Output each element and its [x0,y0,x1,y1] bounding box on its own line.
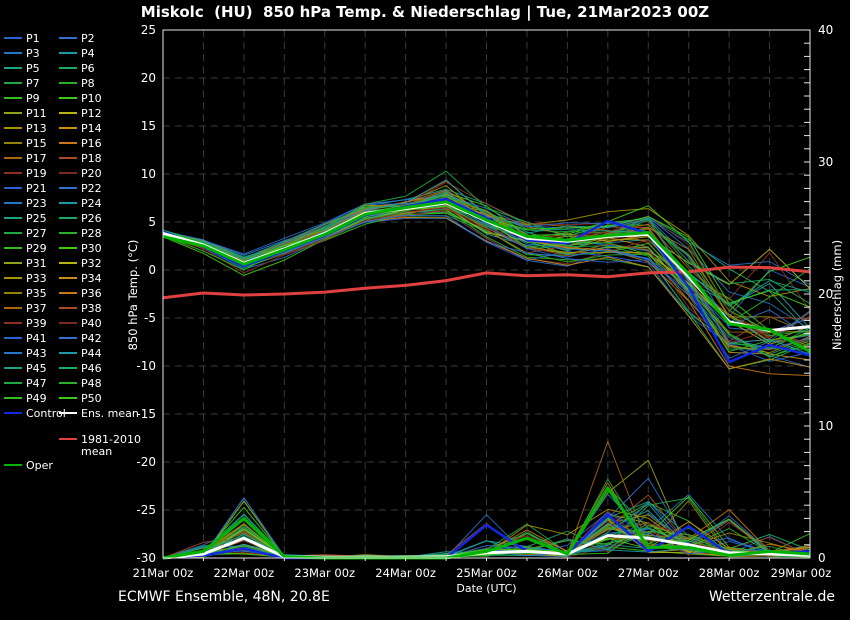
x-tick-label: 22Mar 00z [214,566,275,580]
y-left-tick-label: -25 [136,503,156,517]
x-tick-label: 25Mar 00z [456,566,517,580]
y-left-tick-label: -15 [136,407,156,421]
x-axis-title: Date (UTC) [456,582,516,595]
y-left-tick-label: 5 [148,215,156,229]
right-axis-ticks [804,43,810,545]
site-credit-label: Wetterzentrale.de [709,589,835,605]
y-left-tick-label: 25 [141,23,156,37]
x-tick-label: 28Mar 00z [699,566,760,580]
y-left-tick-label: 15 [141,119,156,133]
x-tick-label: 21Mar 00z [133,566,194,580]
y-left-tick-label: 0 [148,263,156,277]
x-tick-label: 24Mar 00z [375,566,436,580]
x-tick-label: 29Mar 00z [771,566,832,580]
x-tick-label: 23Mar 00z [294,566,355,580]
x-tick-label: 26Mar 00z [537,566,598,580]
y-left-tick-label: 20 [141,71,156,85]
y-left-axis-title: 850 hPa Temp. (°C) [126,240,140,351]
y-left-tick-label: -5 [144,311,156,325]
y-right-tick-label: 0 [818,551,826,565]
x-tick-label: 27Mar 00z [618,566,679,580]
y-right-tick-label: 30 [818,155,833,169]
y-right-axis-title: Niederschlag (mm) [830,240,844,350]
y-left-tick-label: -30 [136,551,156,565]
y-left-tick-label: -10 [136,359,156,373]
y-left-tick-label: 10 [141,167,156,181]
ensemble-forecast-page: Miskolc (HU) 850 hPa Temp. & Niederschla… [0,0,850,620]
y-right-tick-label: 40 [818,23,833,37]
ensemble-chart: 2520151050-5-10-15-20-25-3040302010021Ma… [0,0,850,620]
y-right-tick-label: 10 [818,419,833,433]
y-left-tick-label: -20 [136,455,156,469]
model-info-label: ECMWF Ensemble, 48N, 20.8E [118,589,330,605]
